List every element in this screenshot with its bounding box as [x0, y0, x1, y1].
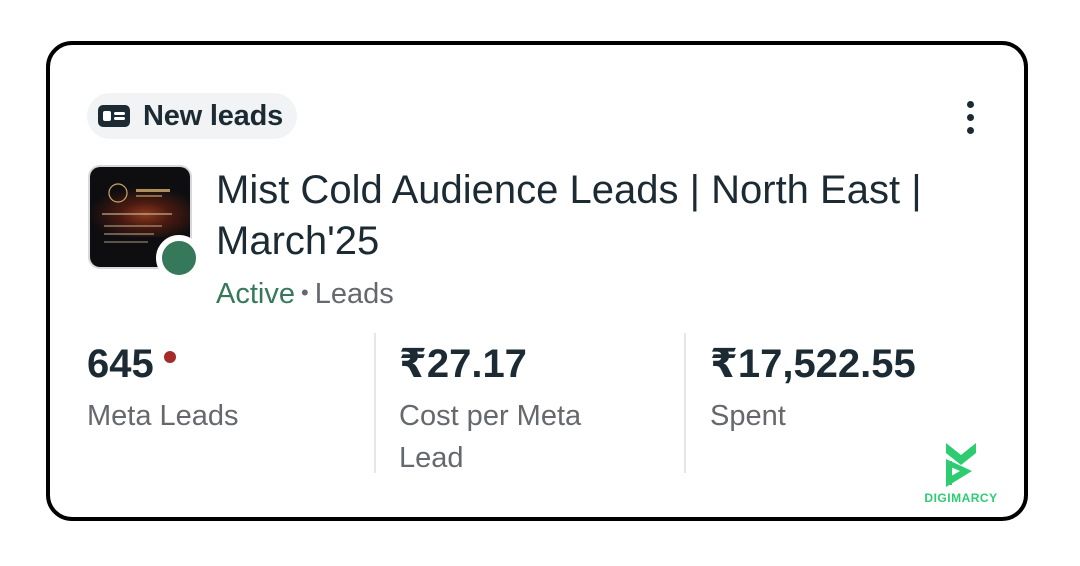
campaign-title[interactable]: Mist Cold Audience Leads | North East | …: [216, 165, 1006, 267]
objective-label: Leads: [314, 278, 394, 310]
campaign-card[interactable]: New leads Mist Cold Audience Leads | Nor…: [46, 41, 1028, 521]
metric-label: Meta Leads: [87, 400, 239, 432]
badge-label: New leads: [143, 99, 284, 132]
metric-meta-leads[interactable]: 645 Meta Leads: [87, 333, 357, 473]
metric-label: Cost per Meta Lead: [399, 400, 582, 474]
digimarcy-watermark: DIGIMARCY: [916, 441, 1006, 511]
metric-divider: [374, 333, 376, 473]
separator-dot: •: [300, 280, 309, 305]
metrics-row: 645 Meta Leads ₹27.17 Cost per Meta Lead…: [87, 333, 999, 474]
metric-value: 645: [87, 342, 154, 386]
alert-dot-icon: [163, 351, 176, 363]
metric-value: ₹27.17: [399, 342, 527, 386]
id-card-icon: [98, 105, 130, 127]
metric-label: Spent: [710, 400, 786, 432]
metric-cost-per-lead[interactable]: ₹27.17 Cost per Meta Lead: [399, 333, 649, 474]
more-options-button[interactable]: [950, 95, 990, 139]
digimarcy-logo-icon: [946, 443, 976, 487]
new-leads-badge: New leads: [87, 93, 298, 139]
active-status-dot: [156, 235, 202, 281]
metric-value: ₹17,522.55: [710, 342, 916, 386]
more-vertical-icon: [966, 100, 974, 108]
campaign-thumbnail-wrap[interactable]: [88, 165, 202, 281]
status-label: Active: [216, 278, 295, 310]
watermark-text: DIGIMARCY: [924, 491, 998, 505]
campaign-subline: Active • Leads: [216, 273, 394, 314]
metric-divider: [684, 333, 686, 473]
